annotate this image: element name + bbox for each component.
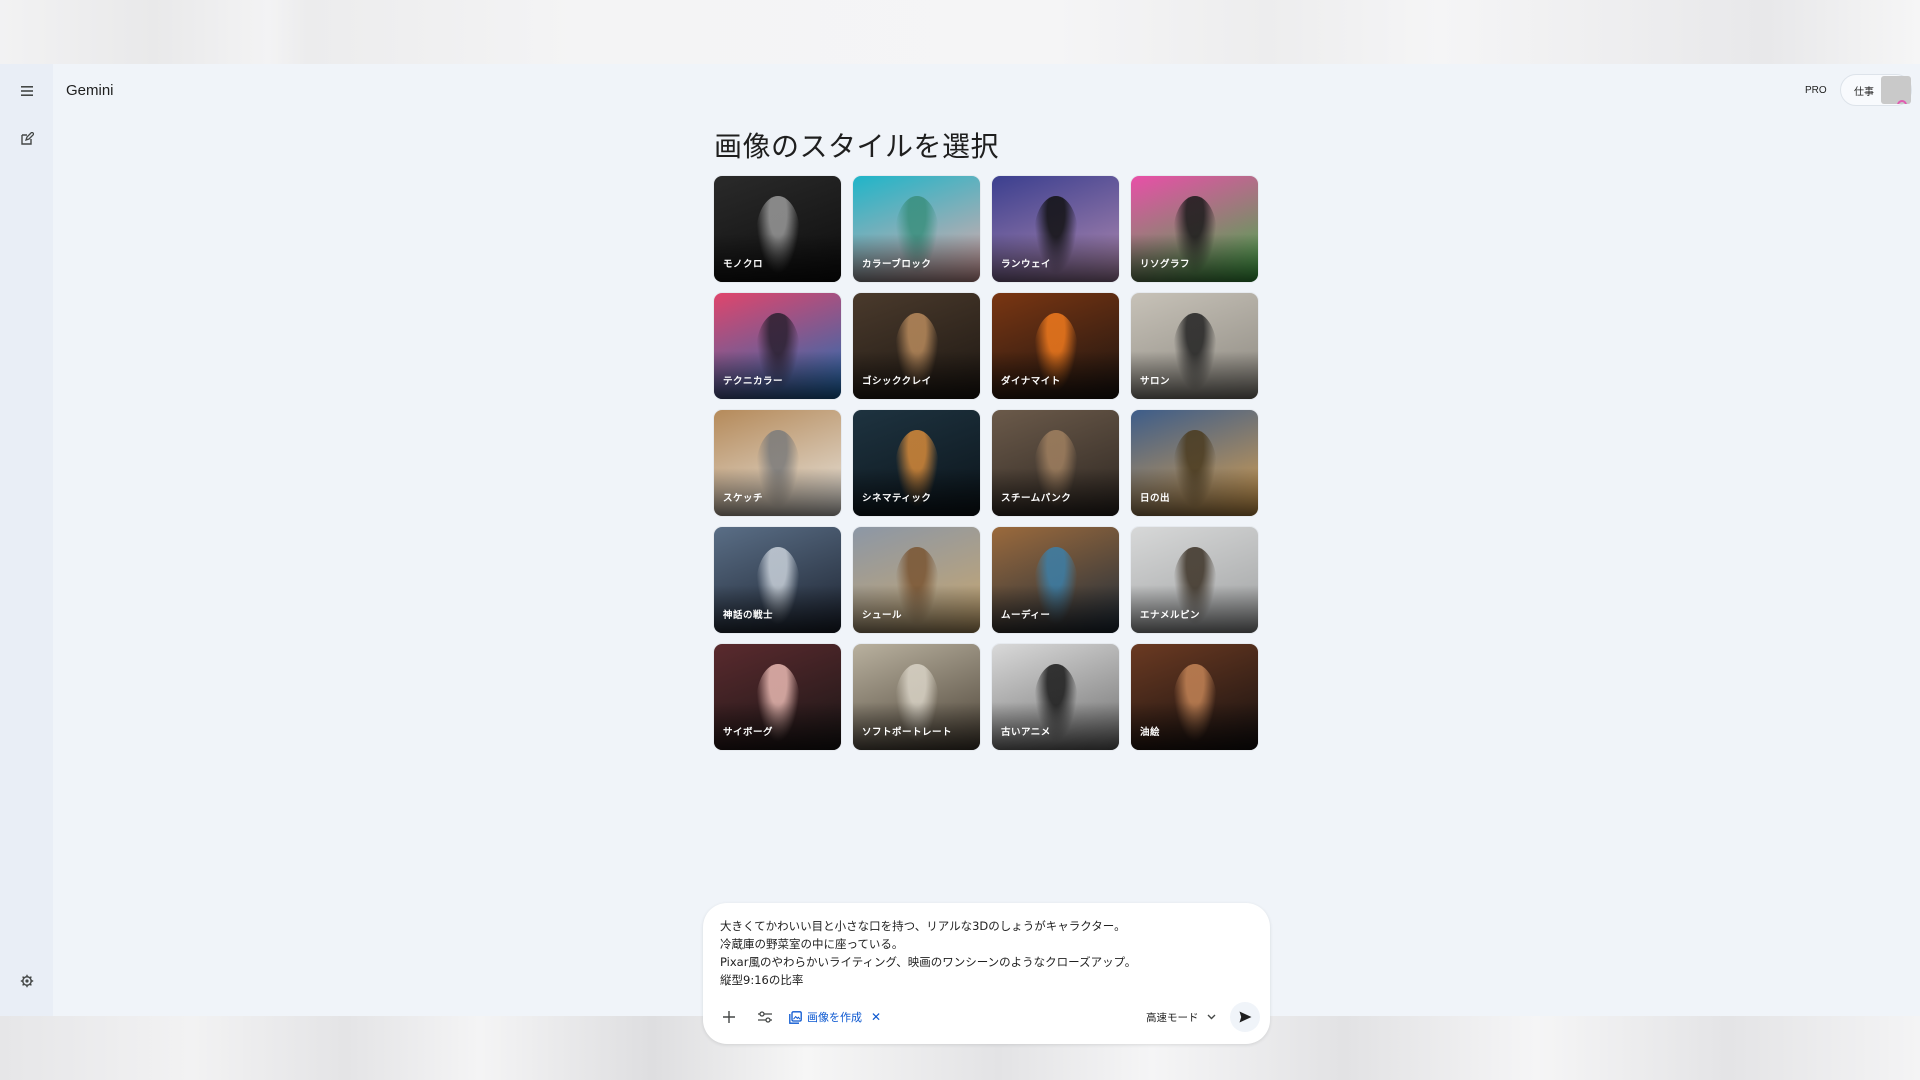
style-card[interactable]: スケッチ [714,410,841,516]
style-card[interactable]: サイボーグ [714,644,841,750]
new-chat-button[interactable] [13,124,41,152]
style-card[interactable]: シュール [853,527,980,633]
style-card-label: 油絵 [1140,727,1161,738]
page-title: 画像のスタイルを選択 [714,130,1000,163]
gemini-app-window: Gemini PRO 仕事 画像のスタイルを選択 モノクロ カラーブロック ランウェ… [0,64,1920,1044]
style-card-label: スケッチ [723,493,764,504]
add-attachment-button[interactable] [717,1005,741,1029]
prompt-text-line[interactable]: 冷蔵庫の野菜室の中に座っている。 [720,936,903,952]
style-card[interactable]: テクニカラー [714,293,841,399]
style-card[interactable]: スチームパンク [992,410,1119,516]
style-card-label: シネマティック [862,493,932,504]
send-icon [1239,1011,1251,1023]
style-card-label: 古いアニメ [1001,727,1051,738]
send-button[interactable] [1230,1002,1260,1032]
style-card[interactable]: 神話の戦士 [714,527,841,633]
plus-icon [723,1011,735,1023]
style-card[interactable]: ゴシッククレイ [853,293,980,399]
create-image-chip[interactable]: 画像を作成 ✕ [789,1006,881,1028]
account-switcher[interactable]: 仕事 [1840,74,1912,106]
style-card[interactable]: シネマティック [853,410,980,516]
mode-label: 高速モード [1146,1011,1199,1024]
style-card-label: カラーブロック [862,259,932,270]
style-card-label: サイボーグ [723,727,774,738]
style-card-label: 神話の戦士 [723,610,774,621]
tools-button[interactable] [753,1005,777,1029]
menu-button[interactable] [13,77,41,105]
style-card-label: サロン [1140,376,1171,387]
style-card[interactable]: モノクロ [714,176,841,282]
style-card-label: 日の出 [1140,493,1171,504]
prompt-text-line[interactable]: 大きくてかわいい目と小さな口を持つ、リアルな3Dのしょうがキャラクター。 [720,918,1126,934]
style-card-label: ゴシッククレイ [862,376,932,387]
style-card[interactable]: エナメルピン [1131,527,1258,633]
settings-button[interactable] [13,967,41,995]
style-card-label: シュール [862,610,903,621]
style-card[interactable]: 日の出 [1131,410,1258,516]
style-card[interactable]: 油絵 [1131,644,1258,750]
style-card[interactable]: ムーディー [992,527,1119,633]
avatar[interactable] [1881,76,1911,104]
pro-badge: PRO [1799,82,1833,99]
style-card[interactable]: カラーブロック [853,176,980,282]
style-grid: モノクロ カラーブロック ランウェイ リソグラフテクニカラー ゴシッククレイ ダイナマイト… [714,176,1260,750]
style-card-label: モノクロ [723,259,764,270]
image-icon [789,1010,802,1024]
account-label: 仕事 [1854,86,1874,98]
style-card[interactable]: リソグラフ [1131,176,1258,282]
style-card-label: エナメルピン [1140,610,1201,621]
menu-icon [21,86,33,96]
prompt-text-line[interactable]: 縦型9:16の比率 [720,972,803,988]
mode-selector[interactable]: 高速モード [1146,1007,1216,1027]
style-card[interactable]: 古いアニメ [992,644,1119,750]
style-card-label: スチームパンク [1001,493,1072,504]
style-card-label: ムーディー [1001,610,1051,621]
style-card-label: ランウェイ [1001,259,1052,270]
side-rail [0,64,53,1016]
style-card[interactable]: ダイナマイト [992,293,1119,399]
sliders-icon [758,1011,772,1023]
style-card[interactable]: サロン [1131,293,1258,399]
edit-icon [20,131,34,145]
gear-icon [20,974,34,988]
prompt-composer[interactable]: 大きくてかわいい目と小さな口を持つ、リアルな3Dのしょうがキャラクター。 冷蔵庫… [703,903,1270,1044]
background-top-band [0,0,1920,64]
style-card-label: テクニカラー [723,376,784,387]
chevron-down-icon [1207,1014,1215,1020]
style-card-label: ソフトポートレート [862,727,953,738]
style-card[interactable]: ランウェイ [992,176,1119,282]
style-card-label: リソグラフ [1140,259,1191,270]
create-image-label: 画像を作成 [807,1011,862,1024]
style-card-label: ダイナマイト [1001,376,1061,387]
close-icon[interactable]: ✕ [871,1010,881,1024]
app-title[interactable]: Gemini [66,82,114,99]
style-card[interactable]: ソフトポートレート [853,644,980,750]
prompt-text-line[interactable]: Pixar風のやわらかいライティング、映画のワンシーンのようなクローズアップ。 [720,954,1136,970]
